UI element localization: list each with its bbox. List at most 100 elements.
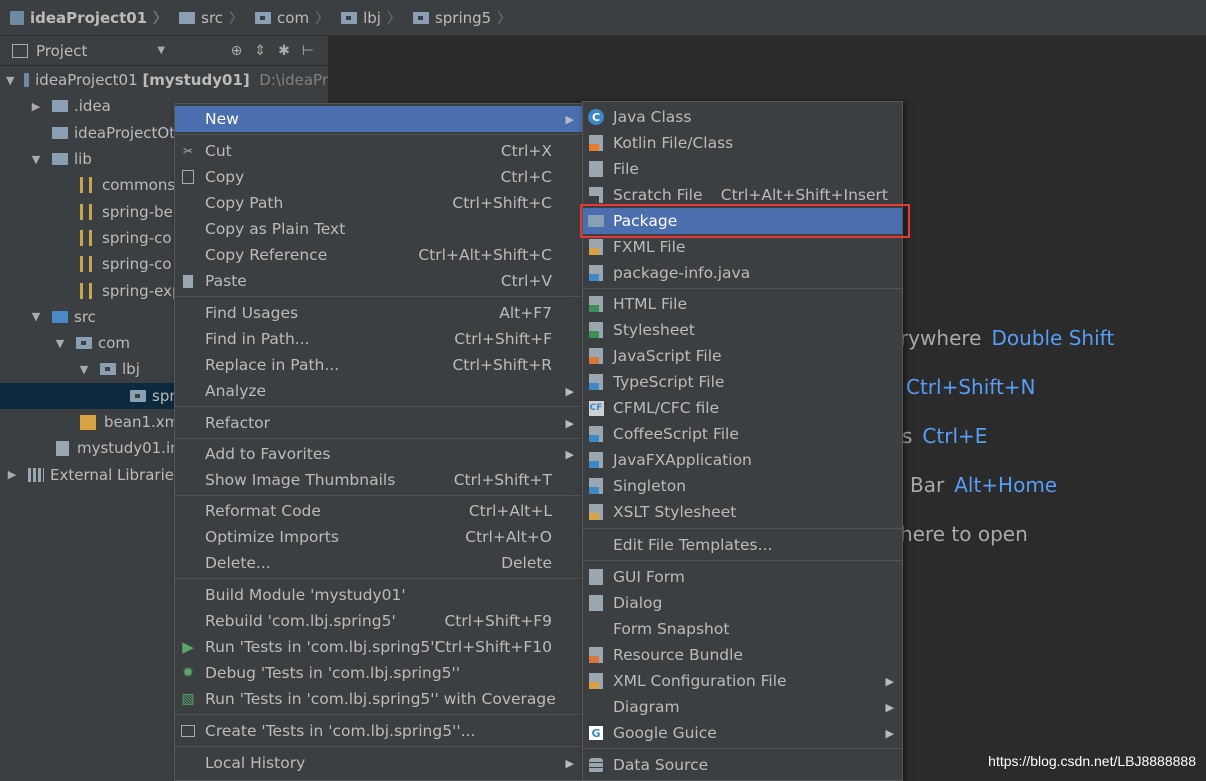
run-icon: ▶ bbox=[182, 638, 194, 656]
menu-item-show-image-thumbnails[interactable]: Show Image Thumbnails Ctrl+Shift+T bbox=[175, 467, 582, 493]
copy-icon bbox=[180, 169, 196, 185]
menu-item-shortcut: Ctrl+Shift+F bbox=[454, 330, 552, 348]
breadcrumb-spring5[interactable]: spring5 〉 bbox=[412, 8, 519, 28]
xml-file-icon bbox=[588, 673, 604, 689]
menu-item-copy-reference[interactable]: Copy Reference Ctrl+Alt+Shift+C bbox=[175, 242, 582, 268]
menu-item-create-tests[interactable]: Create 'Tests in 'com.lbj.spring5''... bbox=[175, 718, 582, 744]
menu-item-paste[interactable]: Paste Ctrl+V bbox=[175, 268, 582, 294]
submenu-item-typescript-file[interactable]: TypeScript File bbox=[583, 369, 902, 395]
submenu-item-edit-file-templates[interactable]: Edit File Templates... bbox=[583, 532, 902, 558]
menu-item-label: Run 'Tests in 'com.lbj.spring5'' with Co… bbox=[205, 690, 556, 708]
gear-icon[interactable]: ✱ bbox=[278, 43, 290, 59]
submenu-item-java-class[interactable]: C Java Class bbox=[583, 104, 902, 130]
tree-item-label: lbj bbox=[122, 360, 140, 379]
menu-separator bbox=[583, 748, 902, 749]
expand-arrow-icon[interactable]: ▼ bbox=[30, 310, 42, 323]
breadcrumb-project[interactable]: ideaProject01 〉 bbox=[10, 8, 175, 28]
hide-icon[interactable]: ⊢ bbox=[302, 43, 314, 59]
submenu-item-html-file[interactable]: HTML File bbox=[583, 291, 902, 317]
project-view-selector[interactable]: Project bbox=[36, 42, 87, 60]
menu-item-replace-in-path[interactable]: Replace in Path... Ctrl+Shift+R bbox=[175, 352, 582, 378]
menu-item-run-with-coverage[interactable]: ▧ Run 'Tests in 'com.lbj.spring5'' with … bbox=[175, 686, 582, 712]
hint-go-to-file: Ctrl+Shift+N bbox=[896, 375, 1036, 399]
expand-arrow-icon[interactable]: ▼ bbox=[78, 363, 90, 376]
submenu-item-package-info[interactable]: package-info.java bbox=[583, 260, 902, 286]
submenu-item-diagram[interactable]: Diagram ▶ bbox=[583, 694, 902, 720]
menu-item-rebuild[interactable]: Rebuild 'com.lbj.spring5' Ctrl+Shift+F9 bbox=[175, 608, 582, 634]
create-config-icon bbox=[180, 723, 196, 739]
chevron-right-icon: 〉 bbox=[315, 10, 330, 27]
menu-item-find-usages[interactable]: Find Usages Alt+F7 bbox=[175, 300, 582, 326]
submenu-item-form-snapshot[interactable]: Form Snapshot bbox=[583, 616, 902, 642]
dropdown-arrow-icon[interactable]: ▼ bbox=[157, 45, 165, 56]
tree-item-label: bean1.xml bbox=[104, 413, 184, 431]
jar-icon bbox=[80, 177, 92, 194]
submenu-item-cfml-file[interactable]: CF CFML/CFC file bbox=[583, 395, 902, 421]
breadcrumb-com[interactable]: com 〉 bbox=[255, 8, 337, 28]
submenu-item-stylesheet[interactable]: Stylesheet bbox=[583, 317, 902, 343]
menu-item-optimize-imports[interactable]: Optimize Imports Ctrl+Alt+O bbox=[175, 524, 582, 550]
tree-item-label: spring-co bbox=[102, 228, 172, 247]
menu-separator bbox=[175, 746, 582, 747]
menu-item-copy[interactable]: Copy Ctrl+C bbox=[175, 164, 582, 190]
menu-item-copy-plain-text[interactable]: Copy as Plain Text bbox=[175, 216, 582, 242]
expand-arrow-icon[interactable]: ▼ bbox=[6, 74, 14, 87]
tree-item-project-root[interactable]: ▼ ideaProject01 [mystudy01] D:\ideaPr bbox=[0, 67, 328, 93]
menu-item-refactor[interactable]: Refactor ▶ bbox=[175, 410, 582, 436]
menu-item-reformat-code[interactable]: Reformat Code Ctrl+Alt+L bbox=[175, 498, 582, 524]
fxml-file-icon bbox=[588, 239, 604, 255]
menu-item-label: Find Usages bbox=[205, 304, 299, 322]
expand-arrow-icon[interactable]: ▼ bbox=[30, 153, 42, 166]
breadcrumb-src[interactable]: src 〉 bbox=[179, 8, 251, 28]
expand-arrow-icon[interactable]: ▶ bbox=[30, 100, 42, 113]
menu-item-local-history[interactable]: Local History ▶ bbox=[175, 750, 582, 776]
breadcrumb-lbj[interactable]: lbj 〉 bbox=[341, 8, 409, 28]
submenu-item-xslt-stylesheet[interactable]: XSLT Stylesheet bbox=[583, 499, 902, 525]
context-menu: New ▶ ✂ Cut Ctrl+X Copy Ctrl+C Copy Path… bbox=[174, 103, 583, 781]
menu-item-add-to-favorites[interactable]: Add to Favorites ▶ bbox=[175, 441, 582, 467]
menu-item-cut[interactable]: ✂ Cut Ctrl+X bbox=[175, 138, 582, 164]
paste-icon bbox=[180, 273, 196, 289]
submenu-item-data-source[interactable]: Data Source bbox=[583, 752, 902, 778]
menu-item-label: Google Guice bbox=[613, 724, 717, 742]
menu-item-copy-path[interactable]: Copy Path Ctrl+Shift+C bbox=[175, 190, 582, 216]
submenu-item-dialog[interactable]: Dialog bbox=[583, 590, 902, 616]
submenu-item-file[interactable]: File bbox=[583, 156, 902, 182]
menu-separator bbox=[175, 495, 582, 496]
menu-separator bbox=[583, 560, 902, 561]
css-file-icon bbox=[588, 322, 604, 338]
menu-item-find-in-path[interactable]: Find in Path... Ctrl+Shift+F bbox=[175, 326, 582, 352]
expand-arrow-icon[interactable]: ▶ bbox=[6, 468, 18, 481]
menu-item-debug-tests[interactable]: ✹ Debug 'Tests in 'com.lbj.spring5'' bbox=[175, 660, 582, 686]
expand-arrow-icon[interactable]: ▼ bbox=[54, 337, 66, 350]
menu-item-run-tests[interactable]: ▶ Run 'Tests in 'com.lbj.spring5'' Ctrl+… bbox=[175, 634, 582, 660]
chevron-right-icon: 〉 bbox=[229, 10, 244, 27]
submenu-item-singleton[interactable]: Singleton bbox=[583, 473, 902, 499]
submenu-item-kotlin-file[interactable]: Kotlin File/Class bbox=[583, 130, 902, 156]
dialog-icon bbox=[588, 595, 604, 611]
menu-item-label: Reformat Code bbox=[205, 502, 321, 520]
folder-icon bbox=[52, 153, 68, 166]
menu-item-delete[interactable]: Delete... Delete bbox=[175, 550, 582, 576]
submenu-item-gui-form[interactable]: GUI Form bbox=[583, 564, 902, 590]
submenu-item-resource-bundle[interactable]: Resource Bundle bbox=[583, 642, 902, 668]
menu-item-label: File bbox=[613, 160, 639, 178]
collapse-all-icon[interactable]: ⇕ bbox=[254, 43, 266, 59]
locate-icon[interactable]: ⊕ bbox=[231, 43, 243, 59]
submenu-item-coffeescript-file[interactable]: CoffeeScript File bbox=[583, 421, 902, 447]
hint-key: Ctrl+E bbox=[922, 424, 988, 448]
submenu-item-javascript-file[interactable]: JavaScript File bbox=[583, 343, 902, 369]
submenu-item-google-guice[interactable]: G Google Guice ▶ bbox=[583, 720, 902, 746]
menu-item-analyze[interactable]: Analyze ▶ bbox=[175, 378, 582, 404]
menu-item-build-module[interactable]: Build Module 'mystudy01' bbox=[175, 582, 582, 608]
menu-item-label: Refactor bbox=[205, 414, 271, 432]
submenu-item-xml-configuration-file[interactable]: XML Configuration File ▶ bbox=[583, 668, 902, 694]
submenu-item-javafx-application[interactable]: JavaFXApplication bbox=[583, 447, 902, 473]
menu-item-label: XSLT Stylesheet bbox=[613, 503, 737, 521]
menu-item-shortcut: Ctrl+Shift+C bbox=[452, 194, 552, 212]
folder-icon bbox=[179, 11, 196, 24]
menu-item-new[interactable]: New ▶ bbox=[175, 106, 582, 132]
menu-item-label: JavaFXApplication bbox=[613, 451, 752, 469]
tree-item-label: com bbox=[98, 334, 131, 353]
menu-separator bbox=[175, 578, 582, 579]
